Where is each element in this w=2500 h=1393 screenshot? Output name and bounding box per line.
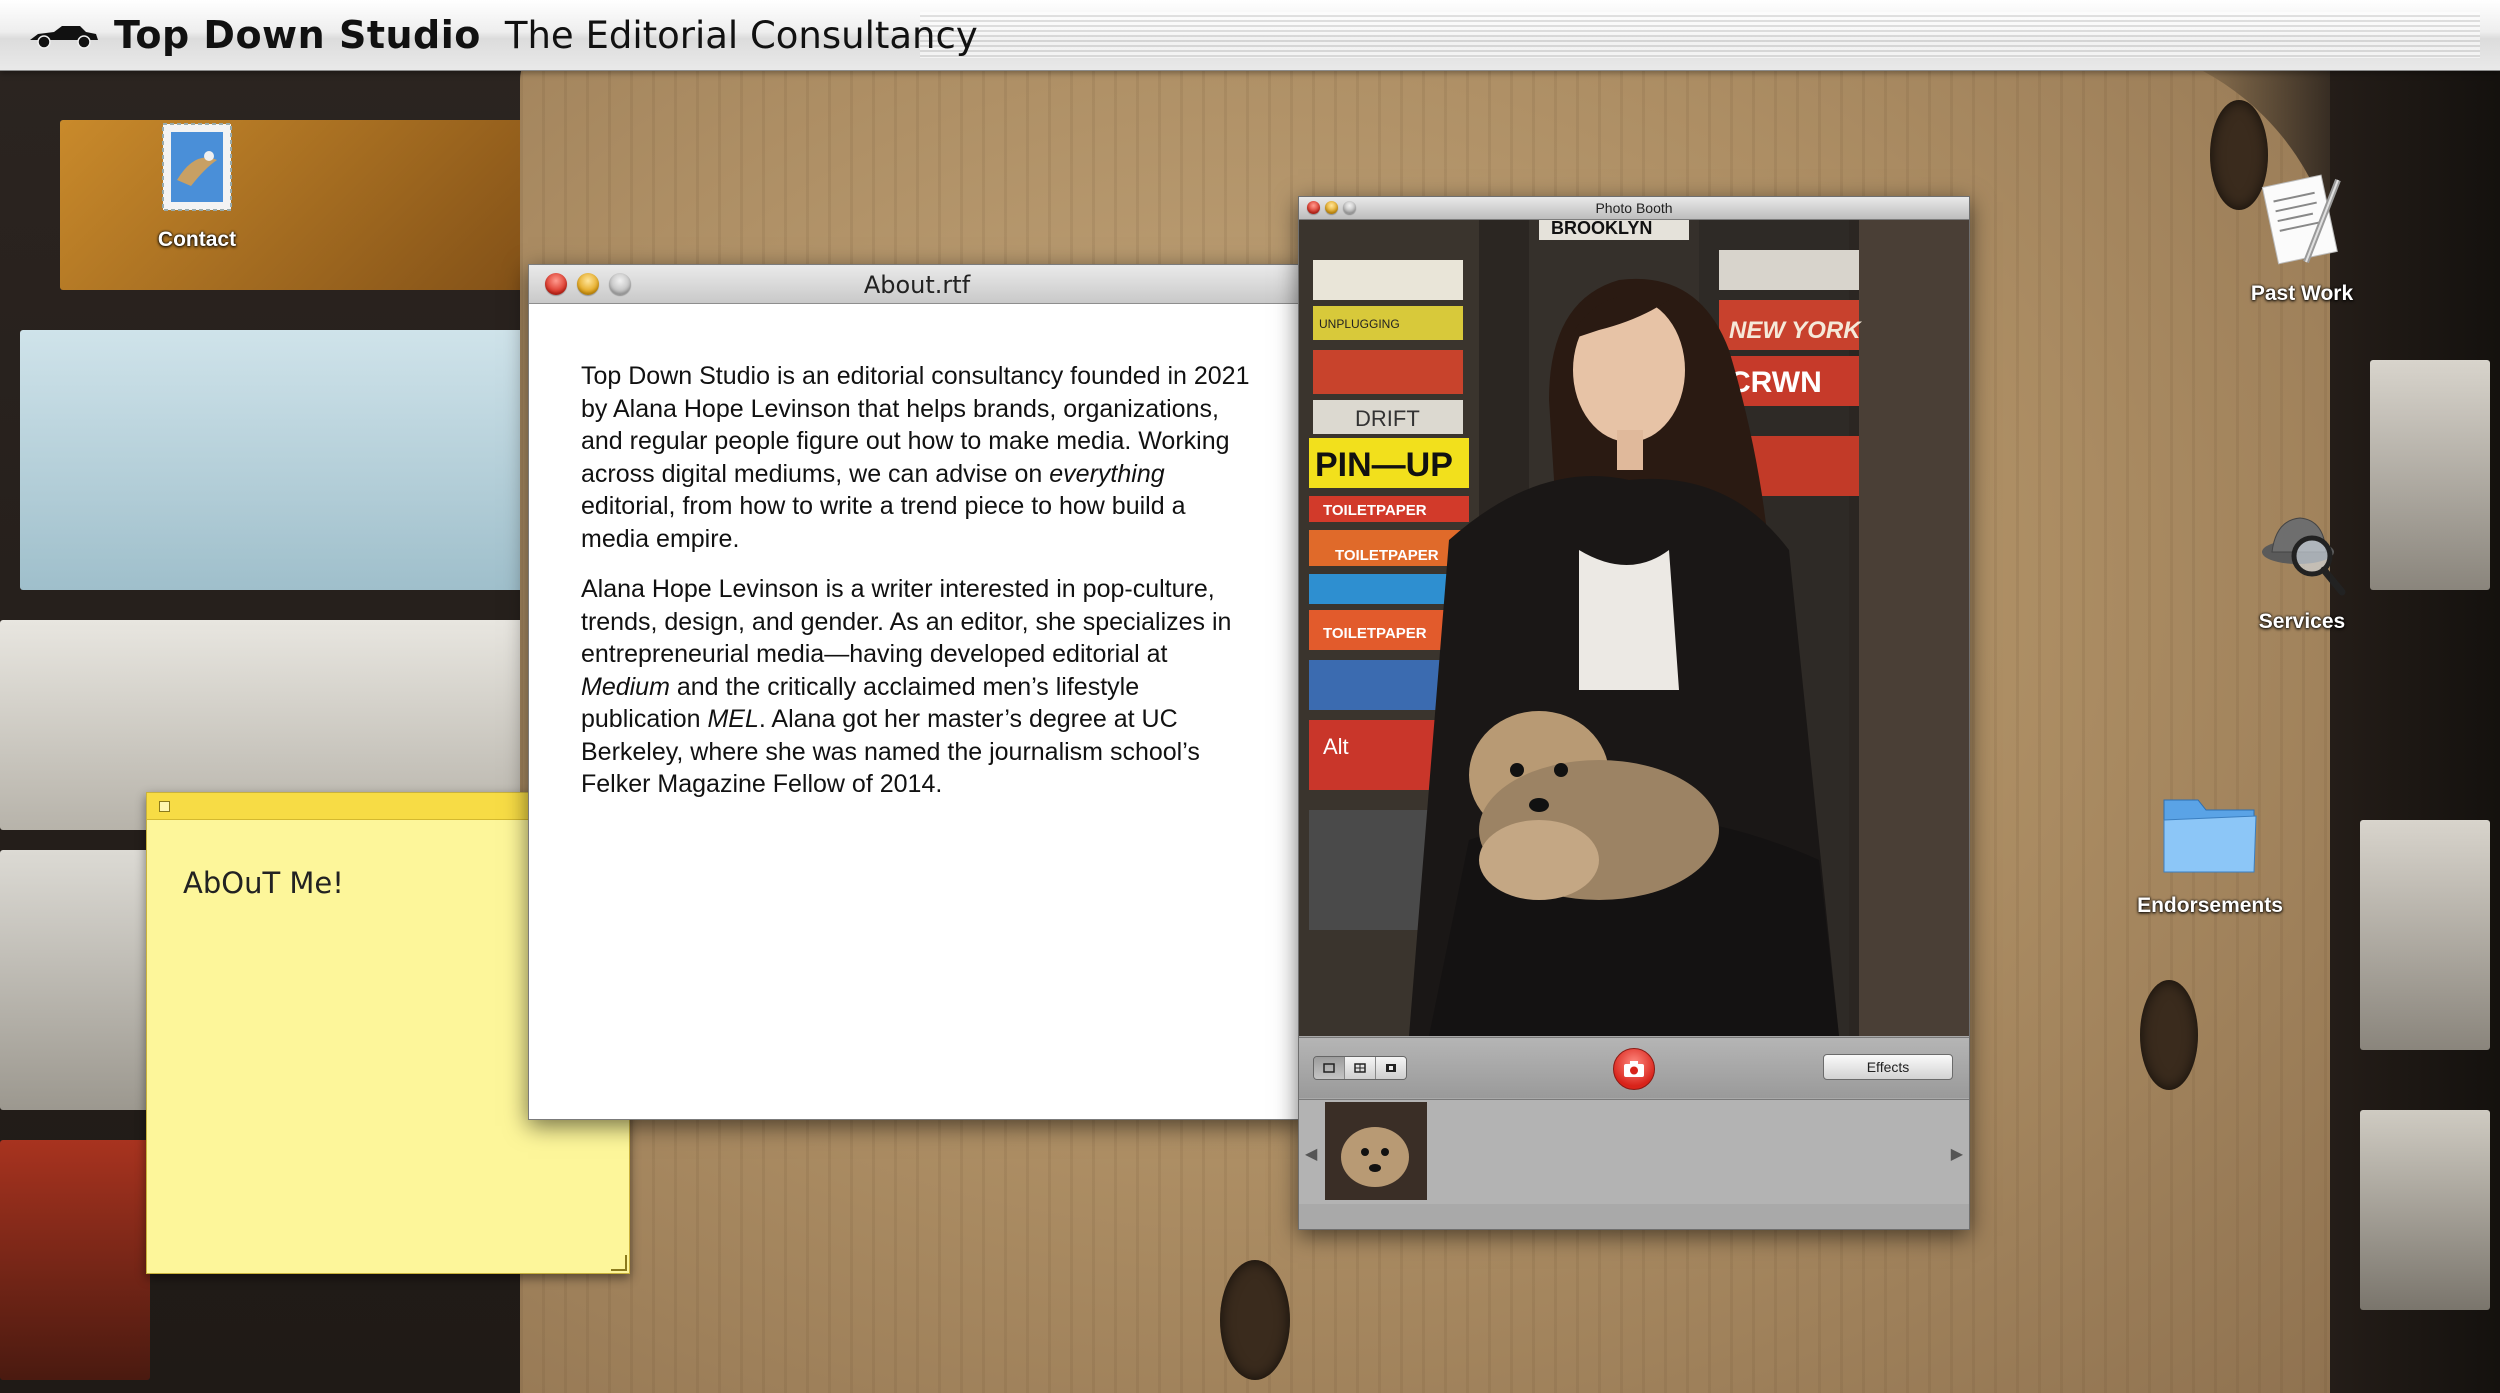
photo-booth-window[interactable]: Photo Booth BROOKLYN NEW YORK CRWN DRIFT… [1298,196,1970,1230]
desktop-icon-label: Services [2258,610,2346,633]
text-run-italic: Medium [581,672,670,701]
site-tagline: The Editorial Consultancy [504,13,978,57]
sticky-close-icon[interactable] [159,801,170,812]
magazine-label: TOILETPAPER [1323,502,1427,519]
magazine-label: TOILETPAPER [1335,547,1439,564]
about-window-title: About.rtf [863,271,971,299]
desktop-icon-label: Endorsements [2137,894,2283,917]
four-up-grid-icon[interactable] [1345,1057,1376,1079]
desktop-icon-services[interactable]: Services [2250,510,2354,634]
magazine-label: UNPLUGGING [1319,317,1400,331]
magazine-label: CRWN [1729,366,1822,399]
photo-booth-preview: BROOKLYN NEW YORK CRWN DRIFT PIN—UP TOIL… [1299,220,1969,1036]
desktop-icon-endorsements[interactable]: Endorsements [2130,786,2290,918]
menubar: Top Down Studio The Editorial Consultanc… [0,0,2500,71]
magazine-label: Alt [1323,734,1349,759]
about-paragraph-2: Alana Hope Levinson is a writer interest… [581,573,1255,801]
camera-shutter-button[interactable] [1613,1048,1655,1090]
site-brand[interactable]: Top Down Studio [114,13,481,57]
magazine-label: PIN—UP [1315,446,1453,484]
menubar-pinstripes [920,12,2480,58]
text-run: editorial, from how to write a trend pie… [581,492,1186,553]
effects-button[interactable]: Effects [1823,1054,1953,1080]
photo-thumbnail[interactable] [1325,1102,1427,1200]
text-run-italic: everything [1049,459,1165,488]
magazine-label: DRIFT [1355,406,1420,431]
camera-icon [1624,1061,1644,1077]
photo-strip[interactable]: ◀ ▶ [1299,1099,1969,1204]
magazine-label: NEW YORK [1729,317,1862,344]
single-photo-icon[interactable] [1314,1057,1345,1079]
desktop-icon-label: Past Work [2250,282,2354,305]
resize-grip-icon[interactable] [611,1255,627,1271]
folder-icon [2163,799,2257,873]
desktop-icon-label: Contact [157,228,237,251]
about-window-titlebar[interactable]: About.rtf [529,265,1305,304]
photo-booth-titlebar[interactable]: Photo Booth [1299,197,1969,220]
text-run: Alana Hope Levinson is a writer interest… [581,575,1232,668]
document-pen-icon [2261,174,2341,265]
photo-booth-title: Photo Booth [1595,200,1673,216]
about-paragraph-1: Top Down Studio is an editorial consulta… [581,360,1255,555]
scroll-right-icon[interactable]: ▶ [1951,1144,1963,1164]
mail-stamp-icon [162,123,232,211]
magazine-rack-right [2330,60,2500,1393]
desktop-icon-contact[interactable]: Contact [145,120,249,252]
scroll-left-icon[interactable]: ◀ [1305,1144,1317,1164]
magazine-label: BROOKLYN [1551,220,1652,238]
car-icon[interactable] [28,20,100,50]
portrait-photo: BROOKLYN NEW YORK CRWN DRIFT PIN—UP TOIL… [1299,220,1969,1036]
detective-magnifier-icon [2262,517,2346,596]
about-document-body[interactable]: Top Down Studio is an editorial consulta… [529,304,1305,801]
desktop-icon-past-work[interactable]: Past Work [2250,170,2354,306]
view-mode-segmented-control [1313,1056,1407,1080]
about-window[interactable]: About.rtf Top Down Studio is an editoria… [528,264,1306,1120]
photo-booth-controls: Effects [1299,1037,1969,1098]
video-mode-icon[interactable] [1376,1057,1406,1079]
text-run-italic: MEL [707,705,759,733]
magazine-label: TOILETPAPER [1323,625,1427,642]
